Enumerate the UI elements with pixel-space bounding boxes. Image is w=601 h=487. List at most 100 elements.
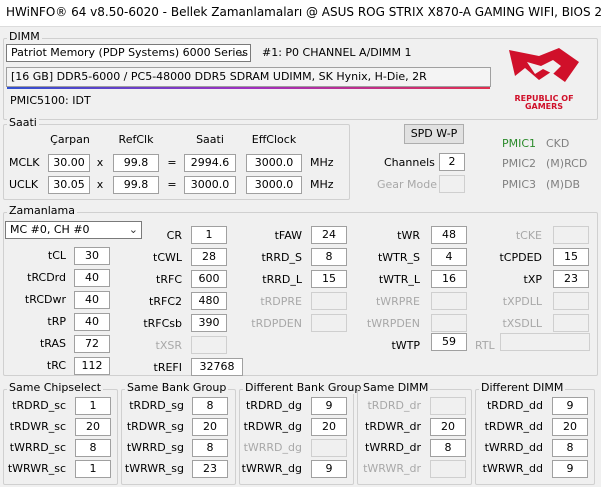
twrrd-dg-label: tWRRD_dg [243, 441, 302, 454]
mclk-times: x [96, 156, 104, 169]
twrwr-dd-label: tWRWR_dd [482, 462, 543, 475]
trfcsb-label: tRFCsb [143, 317, 182, 330]
trfc-value: 600 [191, 270, 227, 288]
trfc-label: tRFC [156, 273, 182, 286]
uclk-multiplier: 30.05 [48, 176, 90, 194]
same-dimm-title: Same DIMM [361, 381, 431, 394]
trdwr-dr-label: tRDWR_dr [365, 420, 421, 433]
tcwl-label: tCWL [153, 251, 182, 264]
mclk-unit: MHz [310, 156, 334, 169]
same-chipselect-title: Same Chipselect [7, 381, 104, 394]
uclk-label: UCLK [9, 178, 39, 191]
trdwr-dd-label: tRDWR_dd [484, 420, 543, 433]
twrrd-sg-label: tWRRD_sg [126, 441, 184, 454]
different-dimm-title: Different DIMM [479, 381, 566, 394]
twrwr-sc-value: 1 [75, 460, 111, 478]
different-bank-group-title: Different Bank Group [243, 381, 364, 394]
spd-wp-button[interactable]: SPD W-P [404, 124, 464, 144]
trdpre-value [311, 292, 347, 310]
trrd-l-label: tRRD_L [262, 273, 302, 286]
twrrd-sg-value: 8 [192, 439, 228, 457]
window-title: HWiNFO® 64 v8.50-6020 - Bellek Zamanlama… [6, 5, 601, 19]
pmic1-label: PMIC1 [502, 137, 537, 150]
trcdwr-label: tRCDwr [24, 293, 66, 306]
channel-select[interactable]: MC #0, CH #0 ⌄ [5, 221, 142, 239]
timings-group-label: Zamanlama [7, 204, 77, 217]
tcwl-value: 28 [191, 248, 227, 266]
txsdll-value [553, 314, 589, 332]
txpdll-value [553, 292, 589, 310]
twtr-l-value: 16 [431, 270, 467, 288]
trc-value: 112 [74, 357, 110, 375]
trcdrd-value: 40 [74, 269, 110, 287]
trdpre-label: tRDPRE [260, 295, 302, 308]
uclk-refclk: 99.8 [113, 176, 159, 194]
slot-label: #1: P0 CHANNEL A/DIMM 1 [262, 46, 412, 59]
twtp-label: tWTP [391, 339, 420, 352]
pmic2-label: PMIC2 [502, 157, 537, 170]
txsr-value [191, 336, 227, 354]
mclk-equals: = [167, 156, 177, 169]
gear-mode-value [439, 175, 465, 193]
twrpden-label: tWRPDEN [366, 317, 420, 330]
trdwr-sc-value: 20 [75, 418, 111, 436]
rtl-label: RTL [475, 339, 495, 352]
trfc2-value: 480 [191, 292, 227, 310]
same-bank-group-title: Same Bank Group [125, 381, 229, 394]
pmic3-signal: (M)DB [546, 178, 581, 191]
trcdwr-value: 40 [74, 291, 110, 309]
trfcsb-value: 390 [191, 314, 227, 332]
gear-mode-label: Gear Mode [377, 178, 438, 191]
twrwr-dg-value: 9 [311, 460, 347, 478]
module-info-text: [16 GB] DDR5-6000 / PC5-48000 DDR5 SDRAM… [11, 70, 427, 83]
pmic1-signal: CKD [546, 137, 570, 150]
channel-select-value: MC #0, CH #0 [10, 223, 90, 236]
col-header-effclock: EffClock [251, 133, 297, 146]
uclk-equals: = [167, 178, 177, 191]
trefi-value: 32768 [191, 358, 243, 376]
rtl-value [500, 333, 590, 351]
channels-value: 2 [439, 153, 465, 171]
uclk-effclock: 3000.0 [246, 176, 302, 194]
col-header-clock: Saati [196, 133, 224, 146]
module-select[interactable]: Patriot Memory (PDP Systems) 6000 Series… [6, 44, 251, 62]
trdrd-sc-label: tRDRD_sc [12, 399, 66, 412]
mclk-refclk: 99.8 [113, 154, 159, 172]
twrrd-dd-label: tWRRD_dd [484, 441, 543, 454]
twrrd-sc-value: 8 [75, 439, 111, 457]
chevron-down-icon: ⌄ [237, 46, 247, 59]
twrrd-dr-value: 8 [430, 439, 466, 457]
txpdll-label: tXPDLL [502, 295, 542, 308]
trdrd-dg-value: 9 [311, 397, 347, 415]
trdrd-dg-label: tRDRD_dg [245, 399, 302, 412]
trdrd-dd-value: 9 [552, 397, 588, 415]
tfaw-value: 24 [311, 226, 347, 244]
txp-label: tXP [523, 273, 542, 286]
mclk-clock: 2994.6 [184, 154, 236, 172]
rog-eye-icon [509, 48, 579, 82]
twtr-s-label: tWTR_S [377, 251, 420, 264]
txsr-label: tXSR [155, 339, 182, 352]
twtp-value: 59 [431, 333, 467, 351]
twrpre-label: tWRPRE [375, 295, 420, 308]
trcdrd-label: tRCDrd [27, 271, 66, 284]
pmic-info: PMIC5100: IDT [10, 94, 91, 107]
trdwr-dr-value: 20 [430, 418, 466, 436]
uclk-clock: 3000.0 [184, 176, 236, 194]
trdrd-sc-value: 1 [75, 397, 111, 415]
trdwr-sg-value: 20 [192, 418, 228, 436]
twrpden-value [431, 314, 467, 332]
uclk-unit: MHz [310, 178, 334, 191]
module-select-value: Patriot Memory (PDP Systems) 6000 Series [11, 46, 248, 59]
twrrd-dr-label: tWRRD_dr [365, 441, 421, 454]
trfc2-label: tRFC2 [149, 295, 182, 308]
tras-value: 72 [74, 335, 110, 353]
cr-value: 1 [191, 226, 227, 244]
trdwr-dd-value: 20 [552, 418, 588, 436]
tfaw-label: tFAW [274, 229, 302, 242]
mclk-label: MCLK [9, 156, 40, 169]
twrwr-dr-value [430, 460, 466, 478]
twrwr-dd-value: 9 [552, 460, 588, 478]
trdpden-value [311, 314, 347, 332]
trdrd-dd-label: tRDRD_dd [486, 399, 543, 412]
